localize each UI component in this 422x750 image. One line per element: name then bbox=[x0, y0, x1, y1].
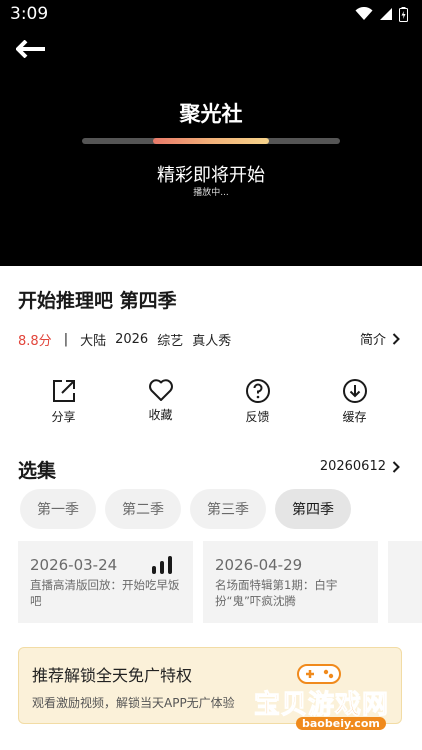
player-substatus: 播放中... bbox=[193, 188, 229, 198]
show-meta: 8.8分 | 大陆 2026 综艺 真人秀 bbox=[18, 330, 240, 349]
feedback-button[interactable]: 反馈 bbox=[209, 378, 306, 425]
back-arrow-icon bbox=[16, 40, 45, 58]
video-player[interactable]: 聚光社 精彩即将开始 播放中... bbox=[0, 28, 422, 266]
tag-genre: 综艺 bbox=[157, 334, 184, 349]
episode-card[interactable]: 2026-03-24 直播高清版回放：开始吃早饭吧 bbox=[18, 541, 193, 623]
watermark-url: baobeiy.com bbox=[296, 717, 386, 730]
share-button[interactable]: 分享 bbox=[15, 378, 112, 425]
player-title: 聚光社 bbox=[179, 102, 243, 126]
share-label: 分享 bbox=[51, 410, 76, 424]
download-label: 缓存 bbox=[342, 410, 367, 424]
episode-description: 名场面特辑第1期：白宇扮“鬼”吓疯沈腾 bbox=[215, 578, 338, 608]
chevron-right-icon bbox=[392, 332, 400, 345]
action-bar: 分享 收藏 反馈 缓存 bbox=[0, 378, 422, 425]
chevron-right-icon bbox=[392, 460, 400, 473]
gamepad-icon bbox=[297, 664, 341, 684]
episode-date: 2026-04-29 bbox=[215, 556, 303, 574]
season-tabs: 第一季 第二季 第三季 第四季 bbox=[20, 489, 351, 529]
tag-subgenre: 真人秀 bbox=[192, 334, 232, 349]
heart-icon bbox=[148, 379, 173, 401]
rating: 8.8分 bbox=[18, 334, 52, 349]
watermark-logo: 宝贝游戏网 baobeiy.com bbox=[246, 662, 396, 744]
latest-episode-date: 20260612 bbox=[319, 459, 386, 474]
help-icon bbox=[245, 379, 270, 403]
status-time: 3:09 bbox=[10, 4, 49, 24]
download-icon bbox=[342, 379, 367, 403]
tag-region: 大陆 bbox=[80, 334, 107, 349]
share-icon bbox=[52, 380, 75, 402]
intro-label: 简介 bbox=[359, 333, 386, 348]
tab-season-3[interactable]: 第三季 bbox=[190, 489, 266, 529]
episodes-heading: 选集 bbox=[18, 460, 57, 482]
wifi-icon bbox=[355, 7, 373, 20]
favorite-label: 收藏 bbox=[148, 408, 173, 422]
watermark-text: 宝贝游戏网 bbox=[253, 690, 390, 721]
tag-year: 2026 bbox=[115, 332, 149, 347]
feedback-label: 反馈 bbox=[245, 410, 270, 424]
tab-season-2[interactable]: 第二季 bbox=[105, 489, 181, 529]
now-playing-icon bbox=[152, 556, 172, 574]
episode-list: 2026-03-24 直播高清版回放：开始吃早饭吧 2026-04-29 名场面… bbox=[18, 541, 422, 623]
show-title: 开始推理吧 第四季 bbox=[18, 290, 177, 312]
loading-progress-bar bbox=[82, 138, 340, 144]
battery-icon bbox=[399, 6, 408, 22]
loading-progress-fill bbox=[152, 138, 270, 144]
episode-card[interactable]: 2026-04-29 名场面特辑第1期：白宇扮“鬼”吓疯沈腾 bbox=[203, 541, 378, 623]
signal-icon bbox=[380, 8, 392, 20]
latest-episode-link[interactable]: 20260612 bbox=[320, 459, 400, 474]
status-icons bbox=[355, 6, 408, 22]
tab-season-4[interactable]: 第四季 bbox=[275, 489, 351, 529]
download-button[interactable]: 缓存 bbox=[306, 378, 403, 425]
back-button[interactable] bbox=[16, 36, 50, 62]
player-status: 精彩即将开始 bbox=[157, 165, 265, 186]
episode-card-partial[interactable] bbox=[388, 541, 422, 623]
intro-link[interactable]: 简介 bbox=[360, 329, 400, 348]
episode-description: 直播高清版回放：开始吃早饭吧 bbox=[30, 578, 180, 608]
status-bar: 3:09 bbox=[0, 0, 422, 28]
favorite-button[interactable]: 收藏 bbox=[112, 378, 209, 425]
meta-separator: | bbox=[63, 332, 69, 347]
tab-season-1[interactable]: 第一季 bbox=[20, 489, 96, 529]
